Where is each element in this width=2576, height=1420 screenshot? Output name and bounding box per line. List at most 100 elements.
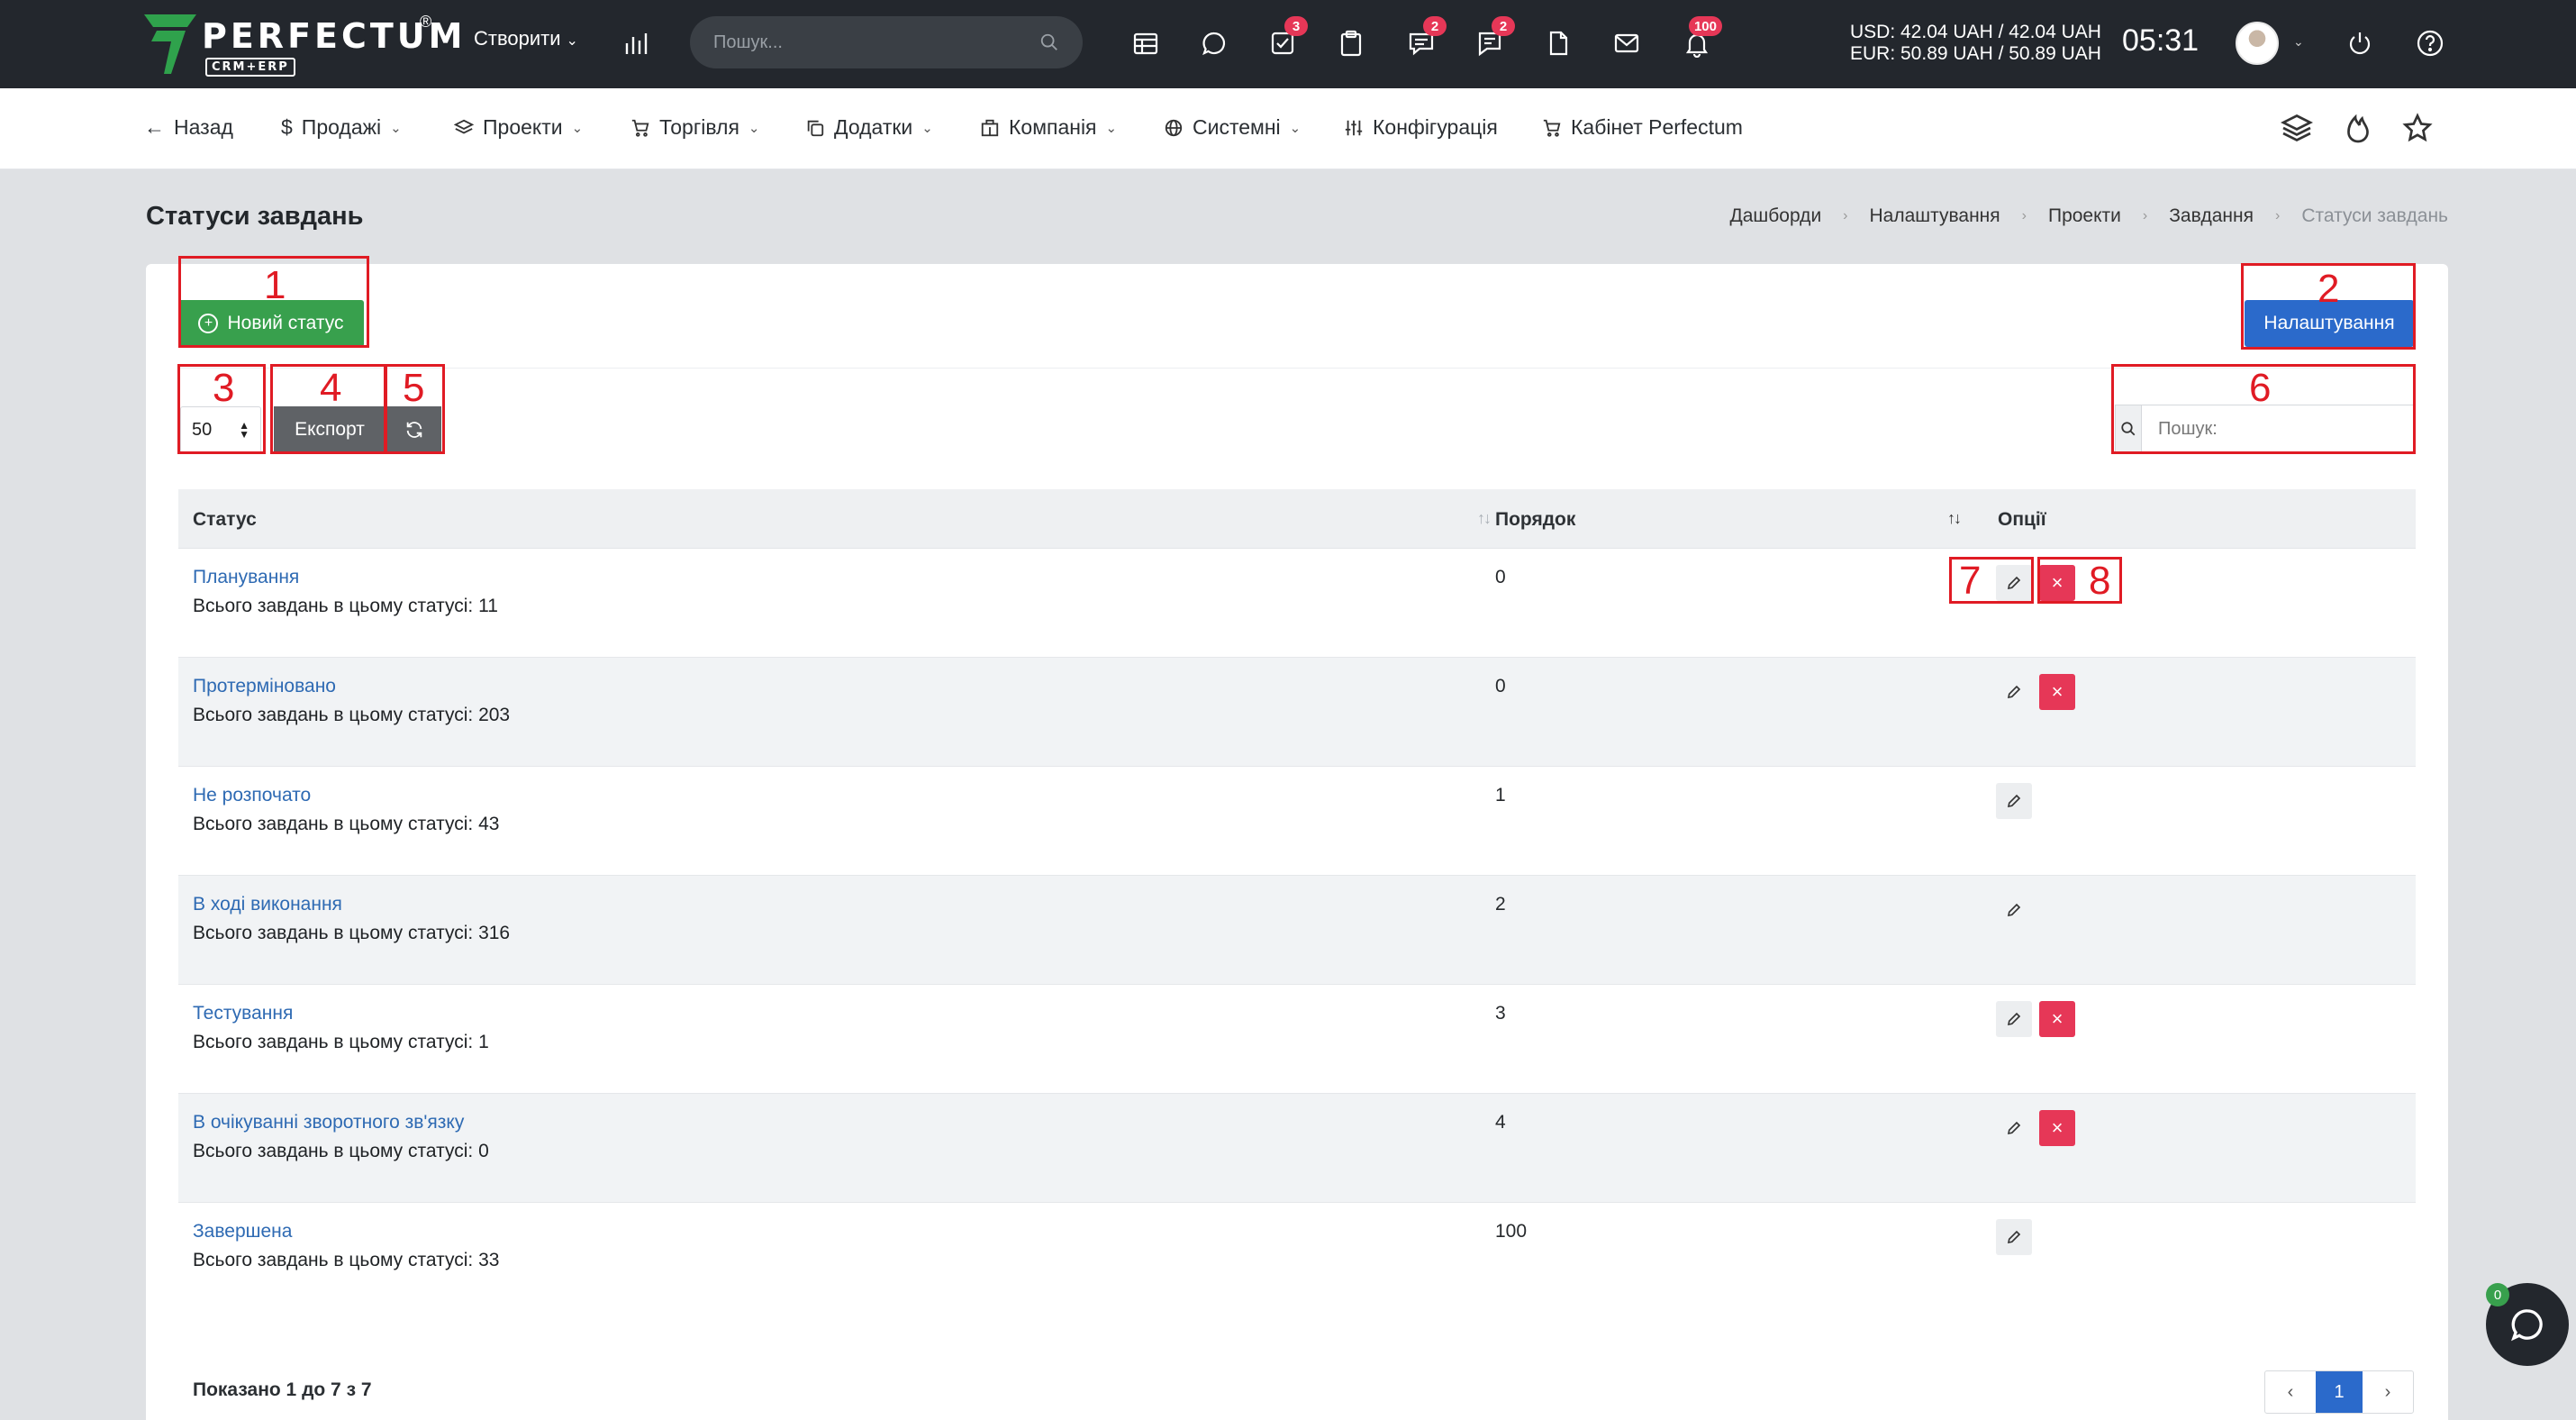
status-order: 0 — [1495, 676, 1506, 696]
status-order: 3 — [1495, 1003, 1506, 1024]
tasks-icon[interactable]: 3 — [1263, 16, 1308, 63]
messages-icon[interactable]: 2 — [1470, 16, 1515, 63]
delete-button[interactable]: × — [2039, 565, 2075, 601]
status-name-link[interactable]: Завершена — [193, 1221, 292, 1242]
nav-back[interactable]: ← Назад — [144, 115, 233, 140]
nav-system-label: Системні — [1193, 115, 1281, 139]
status-task-count: Всього завдань в цьому статусі: 43 — [193, 814, 500, 834]
building-icon — [981, 119, 999, 136]
status-name-link[interactable]: Планування — [193, 567, 299, 588]
global-search-input[interactable]: Пошук... — [713, 32, 783, 53]
delete-button[interactable]: × — [2039, 1110, 2075, 1146]
status-task-count: Всього завдань в цьому статусі: 11 — [193, 596, 498, 616]
cart-icon — [631, 119, 649, 137]
chat-bubble-icon — [2511, 1309, 2543, 1342]
delete-button[interactable]: × — [2039, 1001, 2075, 1037]
page-button[interactable]: 1 — [2316, 1371, 2363, 1413]
breadcrumb-item[interactable]: Завдання — [2169, 205, 2254, 227]
chevron-down-icon: ⌄ — [1105, 120, 1118, 136]
column-status[interactable]: Статус — [193, 509, 257, 531]
comment-icon[interactable] — [1194, 23, 1234, 63]
sort-asc-icon[interactable]: ↑↓ — [1947, 509, 1962, 528]
fire-icon[interactable] — [2342, 112, 2374, 144]
chat-badge: 2 — [1423, 16, 1447, 36]
statuses-card: + Новий статус Налаштування 50 ▲ ▼ Експор… — [146, 264, 2448, 1420]
power-icon[interactable] — [2340, 23, 2380, 63]
next-page-button[interactable]: › — [2363, 1371, 2413, 1413]
sort-icon[interactable]: ↑↓ — [1477, 509, 1492, 528]
edit-button[interactable] — [1996, 783, 2032, 819]
search-icon — [2116, 405, 2142, 452]
edit-button[interactable] — [1996, 674, 2032, 710]
table-search — [2115, 405, 2414, 453]
edit-button[interactable] — [1996, 1001, 2032, 1037]
settings-button[interactable]: Налаштування — [2245, 300, 2414, 347]
nav-sales-label: Продажі — [301, 115, 382, 139]
app-logo[interactable]: PERFECTUM ® CRM+ERP — [144, 13, 462, 77]
pencil-icon — [2007, 1121, 2021, 1135]
edit-button[interactable] — [1996, 1219, 2032, 1255]
status-name-link[interactable]: В ході виконання — [193, 894, 342, 915]
edit-button[interactable] — [1996, 1110, 2032, 1146]
export-button[interactable]: Експорт — [274, 406, 385, 453]
layers-icon[interactable] — [2281, 112, 2313, 144]
nav-system[interactable]: Системні ⌄ — [1164, 115, 1301, 140]
avatar[interactable] — [2236, 22, 2279, 65]
brand-subtitle: CRM+ERP — [205, 58, 295, 77]
nav-projects[interactable]: Проекти ⌄ — [454, 115, 583, 140]
chevron-down-icon: ⌄ — [390, 120, 402, 136]
chevron-right-icon: › — [2384, 1381, 2391, 1402]
reports-chart-icon[interactable] — [616, 23, 656, 63]
nav-company[interactable]: Компанія ⌄ — [980, 115, 1117, 140]
file-icon[interactable] — [1538, 23, 1578, 63]
delete-button[interactable]: × — [2039, 674, 2075, 710]
breadcrumb-item[interactable]: Дашборди — [1730, 205, 1822, 227]
status-name-link[interactable]: Протерміновано — [193, 676, 336, 697]
tasks-badge: 3 — [1284, 16, 1308, 36]
clock: 05:31 — [2122, 23, 2200, 58]
status-name-link[interactable]: Тестування — [193, 1003, 293, 1024]
status-task-count: Всього завдань в цьому статусі: 33 — [193, 1250, 500, 1270]
create-menu[interactable]: Створити ⌄ — [474, 27, 578, 50]
chat-icon[interactable]: 2 — [1401, 16, 1447, 63]
nav-config[interactable]: Конфігурація — [1344, 115, 1498, 140]
star-icon[interactable] — [2401, 112, 2434, 144]
edit-button[interactable] — [1996, 892, 2032, 928]
table-search-input[interactable] — [2142, 405, 2413, 452]
create-label: Створити — [474, 27, 561, 50]
mail-icon[interactable] — [1607, 23, 1646, 63]
bell-icon[interactable]: 100 — [1677, 16, 1722, 63]
nav-sales[interactable]: $ Продажі ⌄ — [281, 115, 402, 140]
chat-widget-badge: 0 — [2486, 1283, 2509, 1306]
global-search[interactable]: Пошук... — [690, 16, 1083, 68]
nav-addons[interactable]: Додатки ⌄ — [805, 115, 933, 140]
layers-icon — [454, 119, 474, 134]
messages-badge: 2 — [1492, 16, 1515, 36]
chat-widget-button[interactable]: 0 — [2486, 1283, 2569, 1366]
status-name-link[interactable]: В очікуванні зворотного зв'язку — [193, 1112, 464, 1133]
clipboard-icon[interactable] — [1331, 23, 1371, 63]
edit-button[interactable] — [1996, 565, 2032, 601]
nav-cabinet[interactable]: Кабінет Perfectum — [1542, 115, 1743, 140]
arrow-left-icon: ← — [144, 115, 165, 139]
breadcrumb-item[interactable]: Проекти — [2048, 205, 2121, 227]
nav-trade[interactable]: Торгівля ⌄ — [630, 115, 759, 140]
chevron-down-icon[interactable]: ⌄ — [2293, 34, 2304, 50]
table-row: В очікуванні зворотного зв'язку Всього з… — [178, 1094, 2416, 1203]
column-order[interactable]: Порядок — [1495, 509, 1575, 531]
table-info: Показано 1 до 7 з 7 — [193, 1379, 372, 1400]
eur-rate: EUR: 50.89 UAH / 50.89 UAH — [1850, 43, 2101, 64]
page-length-select[interactable]: 50 ▲ ▼ — [180, 406, 261, 453]
nav-cabinet-label: Кабінет Perfectum — [1571, 115, 1743, 139]
refresh-button[interactable] — [385, 406, 441, 453]
breadcrumb-item[interactable]: Налаштування — [1870, 205, 2000, 227]
prev-page-button[interactable]: ‹ — [2265, 1371, 2316, 1413]
pencil-icon — [2007, 576, 2021, 590]
nav-config-label: Конфігурація — [1373, 115, 1498, 139]
help-icon[interactable] — [2410, 23, 2450, 63]
status-order: 100 — [1495, 1221, 1528, 1242]
status-name-link[interactable]: Не розпочато — [193, 785, 311, 806]
new-status-button[interactable]: + Новий статус — [178, 300, 364, 347]
dollar-icon: $ — [281, 115, 293, 139]
calendar-icon[interactable] — [1126, 23, 1166, 63]
